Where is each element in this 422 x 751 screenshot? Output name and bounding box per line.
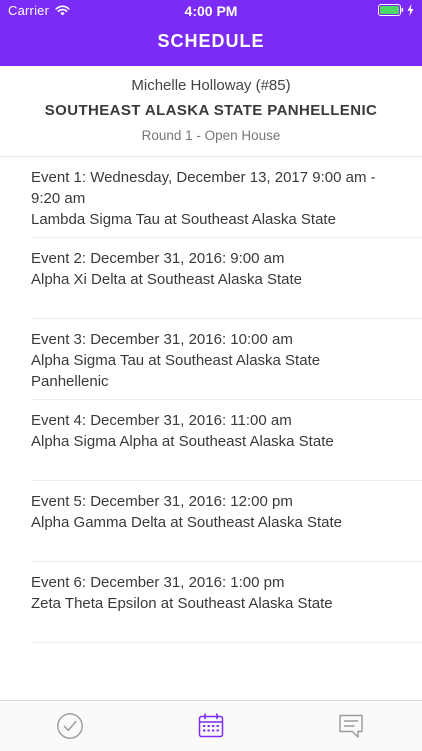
panhellenic-name: SOUTHEAST ALASKA STATE PANHELLENIC — [44, 102, 378, 119]
event-item[interactable]: Event 3: December 31, 2016: 10:00 am Alp… — [31, 319, 422, 400]
battery-icon — [378, 4, 404, 16]
event-item[interactable]: Event 1: Wednesday, December 13, 2017 9:… — [31, 157, 422, 238]
event-item[interactable]: Event 4: December 31, 2016: 11:00 am Alp… — [31, 400, 422, 481]
event-item[interactable]: Event 5: December 31, 2016: 12:00 pm Alp… — [31, 481, 422, 562]
event-chapter: Alpha Sigma Tau at Southeast Alaska Stat… — [31, 352, 321, 390]
event-time: Event 4: December 31, 2016: 11:00 am — [31, 412, 292, 429]
calendar-icon — [197, 712, 225, 740]
event-list: Event 1: Wednesday, December 13, 2017 9:… — [0, 157, 422, 643]
event-time: Event 6: December 31, 2016: 1:00 pm — [31, 574, 285, 591]
checkmark-circle-icon — [56, 712, 84, 740]
event-chapter: Zeta Theta Epsilon at Southeast Alaska S… — [31, 595, 333, 612]
tab-bar — [0, 700, 422, 751]
charging-bolt-icon — [407, 4, 414, 16]
tab-schedule[interactable] — [197, 712, 225, 740]
event-time: Event 1: Wednesday, December 13, 2017 9:… — [31, 169, 376, 207]
status-time: 4:00 PM — [184, 3, 238, 19]
member-name: Michelle Holloway (#85) — [131, 77, 291, 94]
event-time: Event 3: December 31, 2016: 10:00 am — [31, 331, 293, 348]
page-title: SCHEDULE — [157, 31, 265, 51]
event-chapter: Alpha Sigma Alpha at Southeast Alaska St… — [31, 433, 334, 450]
tab-checklist[interactable] — [56, 712, 84, 740]
event-time: Event 2: December 31, 2016: 9:00 am — [31, 250, 285, 267]
event-chapter: Alpha Xi Delta at Southeast Alaska State — [31, 271, 303, 288]
round-name: Round 1 - Open House — [141, 128, 281, 143]
event-item[interactable]: Event 2: December 31, 2016: 9:00 am Alph… — [31, 238, 422, 319]
message-bubble-icon — [337, 712, 365, 740]
tab-messages[interactable] — [337, 712, 365, 740]
event-chapter: Lambda Sigma Tau at Southeast Alaska Sta… — [31, 211, 336, 228]
schedule-header: Michelle Holloway (#85) SOUTHEAST ALASKA… — [0, 66, 422, 157]
event-item[interactable]: Event 6: December 31, 2016: 1:00 pm Zeta… — [31, 562, 422, 643]
status-bar: Carrier 4:00 PM — [0, 0, 422, 22]
battery-group — [378, 4, 414, 16]
event-time: Event 5: December 31, 2016: 12:00 pm — [31, 493, 293, 510]
top-bar: Carrier 4:00 PM SCHEDULE — [0, 0, 422, 66]
event-chapter: Alpha Gamma Delta at Southeast Alaska St… — [31, 514, 343, 531]
